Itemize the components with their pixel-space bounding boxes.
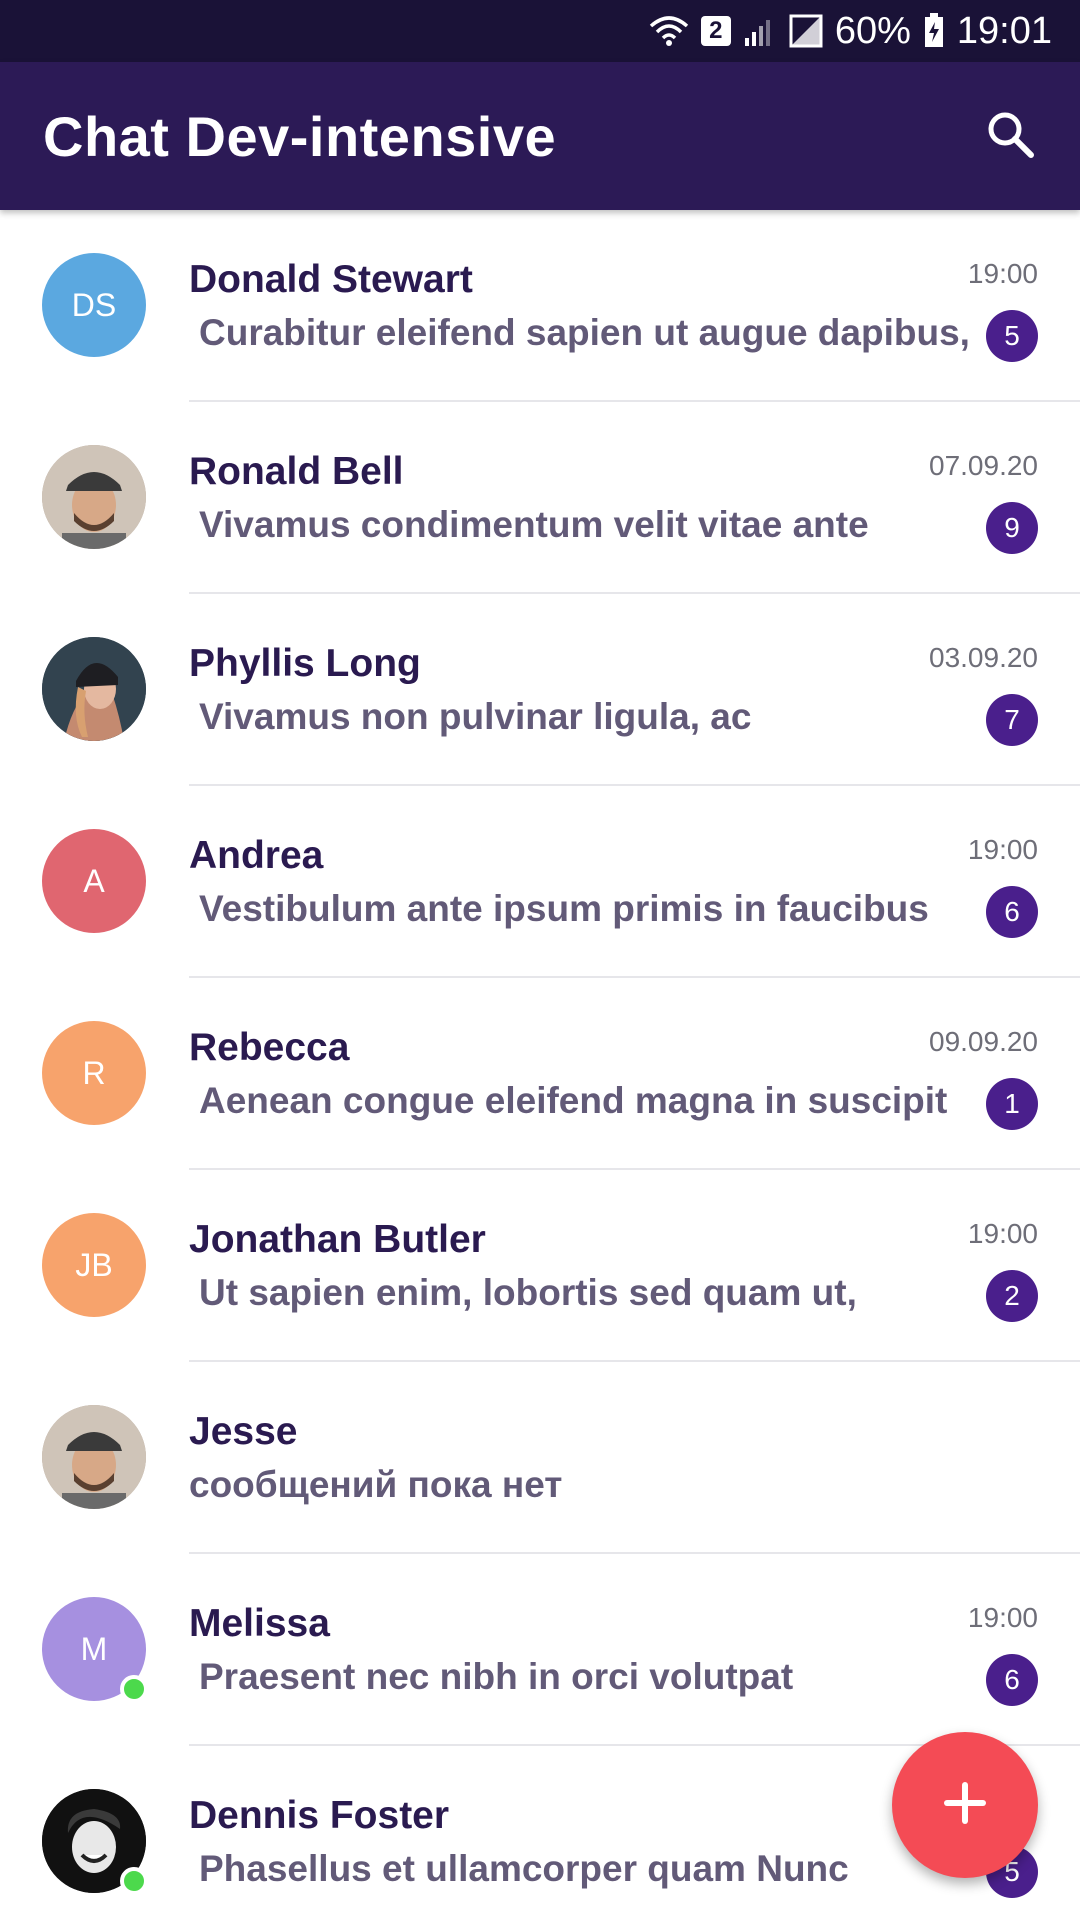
chat-last-message: сообщений пока нет (189, 1464, 563, 1505)
app-bar: Chat Dev-intensive (0, 62, 1080, 210)
chat-time: 19:00 (967, 834, 1038, 865)
chat-last-message: Vivamus non pulvinar ligula, ac (199, 696, 752, 737)
avatar-initials: M (80, 1630, 108, 1667)
avatar-initials: JB (75, 1246, 113, 1283)
chat-name: Melissa (189, 1602, 330, 1645)
online-indicator (120, 1867, 148, 1895)
chat-item[interactable]: Ronald Bell 07.09.20 Vivamus condimentum v… (0, 402, 1080, 594)
unread-badge: 1 (986, 1078, 1038, 1130)
avatar (42, 1789, 148, 1895)
chat-time: 19:00 (967, 258, 1038, 289)
chat-last-message: Ut sapien enim, lobortis sed quam ut, (199, 1272, 857, 1313)
battery-percent: 60% (834, 9, 911, 52)
signal-icon (743, 16, 777, 46)
chat-time: 19:00 (967, 1218, 1038, 1249)
chat-time: 03.09.20 (929, 642, 1038, 673)
chat-name: Jonathan Butler (189, 1218, 486, 1261)
avatar (42, 1405, 146, 1509)
chat-last-message: Vestibulum ante ipsum primis in faucibus (199, 888, 929, 929)
chat-last-message: Aenean congue eleifend magna in suscipit (199, 1080, 948, 1121)
chat-item[interactable]: A Andrea 19:00 Vestibulum ante ipsum primis… (0, 786, 1080, 978)
avatar-initials: A (83, 862, 105, 899)
chat-item[interactable]: DS Donald Stewart 19:00 Curabitur eleifend … (0, 210, 1080, 402)
avatar (42, 637, 146, 741)
chat-last-message: Curabitur eleifend sapien ut augue dapib… (199, 312, 970, 353)
avatar-photo (42, 1405, 146, 1509)
avatar: R (42, 1021, 146, 1125)
search-button[interactable] (978, 104, 1042, 168)
avatar-initials: R (82, 1054, 106, 1091)
wifi-icon (649, 14, 689, 48)
chat-last-message: Praesent nec nibh in orci volutpat (199, 1656, 794, 1697)
chat-item[interactable]: JB Jonathan Butler 19:00 Ut sapien enim, lo… (0, 1170, 1080, 1362)
chat-time: 09.09.20 (929, 1026, 1038, 1057)
chat-item[interactable]: R Rebecca 09.09.20 Aenean congue eleifend m… (0, 978, 1080, 1170)
chat-list[interactable]: DS Donald Stewart 19:00 Curabitur eleifend … (0, 210, 1080, 1920)
unread-badge: 5 (986, 310, 1038, 362)
avatar: DS (42, 253, 146, 357)
chat-name: Phyllis Long (189, 642, 421, 685)
avatar: JB (42, 1213, 146, 1317)
sim-badge: 2 (700, 16, 731, 46)
avatar: M (42, 1597, 148, 1703)
unread-badge: 6 (986, 1654, 1038, 1706)
add-chat-fab[interactable] (892, 1732, 1038, 1878)
chat-name: Ronald Bell (189, 450, 404, 493)
clock: 19:01 (956, 9, 1052, 52)
battery-icon (923, 13, 945, 49)
chat-name: Andrea (189, 834, 324, 877)
avatar: A (42, 829, 146, 933)
online-indicator (120, 1675, 148, 1703)
avatar (42, 445, 146, 549)
chat-item[interactable]: Phyllis Long 03.09.20 Vivamus non pulvinar… (0, 594, 1080, 786)
no-signal-icon (789, 14, 823, 48)
chat-last-message: Vivamus condimentum velit vitae ante (199, 504, 869, 545)
unread-badge: 9 (986, 502, 1038, 554)
chat-time: 07.09.20 (929, 450, 1038, 481)
search-icon (984, 108, 1036, 165)
status-bar: 2 60% 19:01 (0, 0, 1080, 62)
chat-name: Donald Stewart (189, 258, 473, 301)
app-title: Chat Dev-intensive (43, 104, 557, 168)
chat-name: Rebecca (189, 1026, 350, 1069)
avatar-photo (42, 637, 146, 741)
unread-badge: 2 (986, 1270, 1038, 1322)
chat-item[interactable]: Jesse сообщений пока нет (0, 1362, 1080, 1554)
chat-item[interactable]: M Melissa 19:00 Praesent nec nibh in orci v… (0, 1554, 1080, 1746)
chat-time: 19:00 (967, 1602, 1038, 1633)
chat-last-message: Phasellus et ullamcorper quam Nunc (199, 1848, 849, 1889)
plus-icon (941, 1779, 989, 1832)
avatar-photo (42, 445, 146, 549)
chat-name: Jesse (189, 1410, 298, 1453)
unread-badge: 6 (986, 886, 1038, 938)
chat-name: Dennis Foster (189, 1794, 450, 1837)
unread-badge: 7 (986, 694, 1038, 746)
avatar-initials: DS (71, 286, 117, 323)
